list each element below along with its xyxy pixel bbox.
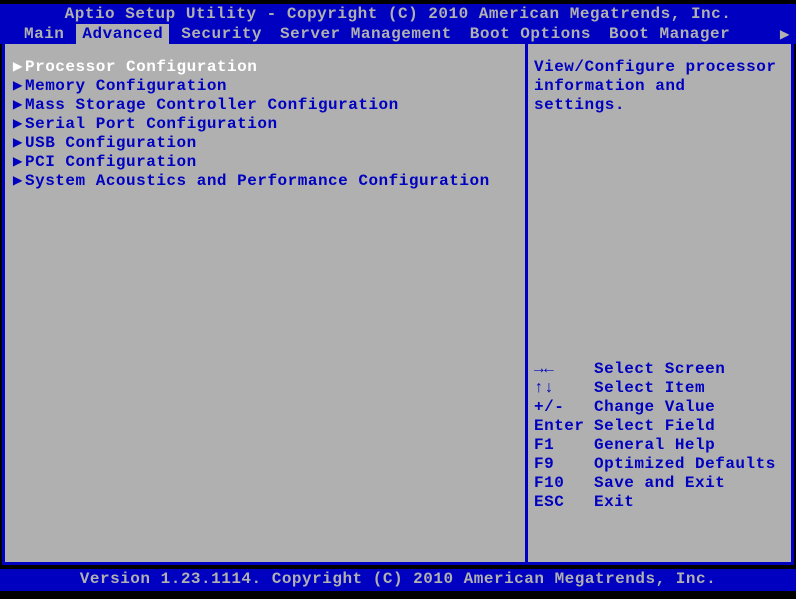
tab-advanced[interactable]: Advanced <box>76 24 169 44</box>
menu-item-label: Memory Configuration <box>25 77 227 96</box>
key-hint-label: Select Item <box>594 379 785 398</box>
menu-item-memory-configuration[interactable]: ▶ Memory Configuration <box>9 77 521 96</box>
tab-scroll-right-icon[interactable]: ▶ <box>780 24 790 44</box>
menu-item-system-acoustics-performance-configuration[interactable]: ▶ System Acoustics and Performance Confi… <box>9 172 521 191</box>
key-hint-select-screen: →← Select Screen <box>534 360 785 379</box>
menu-item-processor-configuration[interactable]: ▶ Processor Configuration <box>9 58 521 77</box>
help-pane: View/Configure processor information and… <box>528 44 791 562</box>
submenu-arrow-icon: ▶ <box>11 115 25 134</box>
key-hint-optimized-defaults: F9 Optimized Defaults <box>534 455 785 474</box>
key-hint-key: →← <box>534 360 594 379</box>
key-hint-label: General Help <box>594 436 785 455</box>
tab-security[interactable]: Security <box>175 24 268 44</box>
menu-item-label: Serial Port Configuration <box>25 115 278 134</box>
help-text-line: View/Configure processor <box>534 58 785 77</box>
key-hint-key: Enter <box>534 417 594 436</box>
key-hint-key: F10 <box>534 474 594 493</box>
menu-item-mass-storage-controller-configuration[interactable]: ▶ Mass Storage Controller Configuration <box>9 96 521 115</box>
submenu-arrow-icon: ▶ <box>11 172 25 191</box>
key-hint-label: Optimized Defaults <box>594 455 785 474</box>
menu-item-pci-configuration[interactable]: ▶ PCI Configuration <box>9 153 521 172</box>
key-hint-label: Select Screen <box>594 360 785 379</box>
key-hint-select-item: ↑↓ Select Item <box>534 379 785 398</box>
title-text: Aptio Setup Utility - Copyright (C) 2010… <box>65 5 732 23</box>
submenu-arrow-icon: ▶ <box>11 134 25 153</box>
tab-boot-options[interactable]: Boot Options <box>464 24 597 44</box>
key-hint-key: F1 <box>534 436 594 455</box>
key-hint-general-help: F1 General Help <box>534 436 785 455</box>
key-hint-label: Select Field <box>594 417 785 436</box>
bottom-padding <box>534 512 785 552</box>
title-bar: Aptio Setup Utility - Copyright (C) 2010… <box>0 4 796 24</box>
menu-item-label: PCI Configuration <box>25 153 197 172</box>
main-content-area: ▶ Processor Configuration ▶ Memory Confi… <box>2 44 794 565</box>
menu-item-label: Mass Storage Controller Configuration <box>25 96 399 115</box>
menu-item-label: USB Configuration <box>25 134 197 153</box>
submenu-arrow-icon: ▶ <box>11 58 25 77</box>
menu-item-label: System Acoustics and Performance Configu… <box>25 172 490 191</box>
key-hint-save-exit: F10 Save and Exit <box>534 474 785 493</box>
key-hint-label: Change Value <box>594 398 785 417</box>
bottom-black-bar <box>0 591 796 599</box>
submenu-arrow-icon: ▶ <box>11 77 25 96</box>
help-spacer <box>534 115 785 360</box>
key-hint-label: Exit <box>594 493 785 512</box>
key-hint-change-value: +/- Change Value <box>534 398 785 417</box>
bios-setup-screen: Aptio Setup Utility - Copyright (C) 2010… <box>0 0 796 599</box>
key-hint-key: ESC <box>534 493 594 512</box>
tab-main[interactable]: Main <box>18 24 70 44</box>
footer-text: Version 1.23.1114. Copyright (C) 2010 Am… <box>80 570 716 588</box>
key-hint-key: +/- <box>534 398 594 417</box>
tab-bar: Main Advanced Security Server Management… <box>0 24 796 44</box>
menu-item-serial-port-configuration[interactable]: ▶ Serial Port Configuration <box>9 115 521 134</box>
key-hint-key: ↑↓ <box>534 379 594 398</box>
key-hint-select-field: Enter Select Field <box>534 417 785 436</box>
key-hint-exit: ESC Exit <box>534 493 785 512</box>
key-hint-key: F9 <box>534 455 594 474</box>
help-text-line: information and settings. <box>534 77 785 115</box>
tab-server-management[interactable]: Server Management <box>274 24 458 44</box>
key-hint-label: Save and Exit <box>594 474 785 493</box>
tab-boot-manager[interactable]: Boot Manager <box>603 24 736 44</box>
submenu-arrow-icon: ▶ <box>11 153 25 172</box>
menu-item-usb-configuration[interactable]: ▶ USB Configuration <box>9 134 521 153</box>
footer-bar: Version 1.23.1114. Copyright (C) 2010 Am… <box>0 569 796 591</box>
menu-item-label: Processor Configuration <box>25 58 257 77</box>
submenu-arrow-icon: ▶ <box>11 96 25 115</box>
menu-pane: ▶ Processor Configuration ▶ Memory Confi… <box>5 44 528 562</box>
